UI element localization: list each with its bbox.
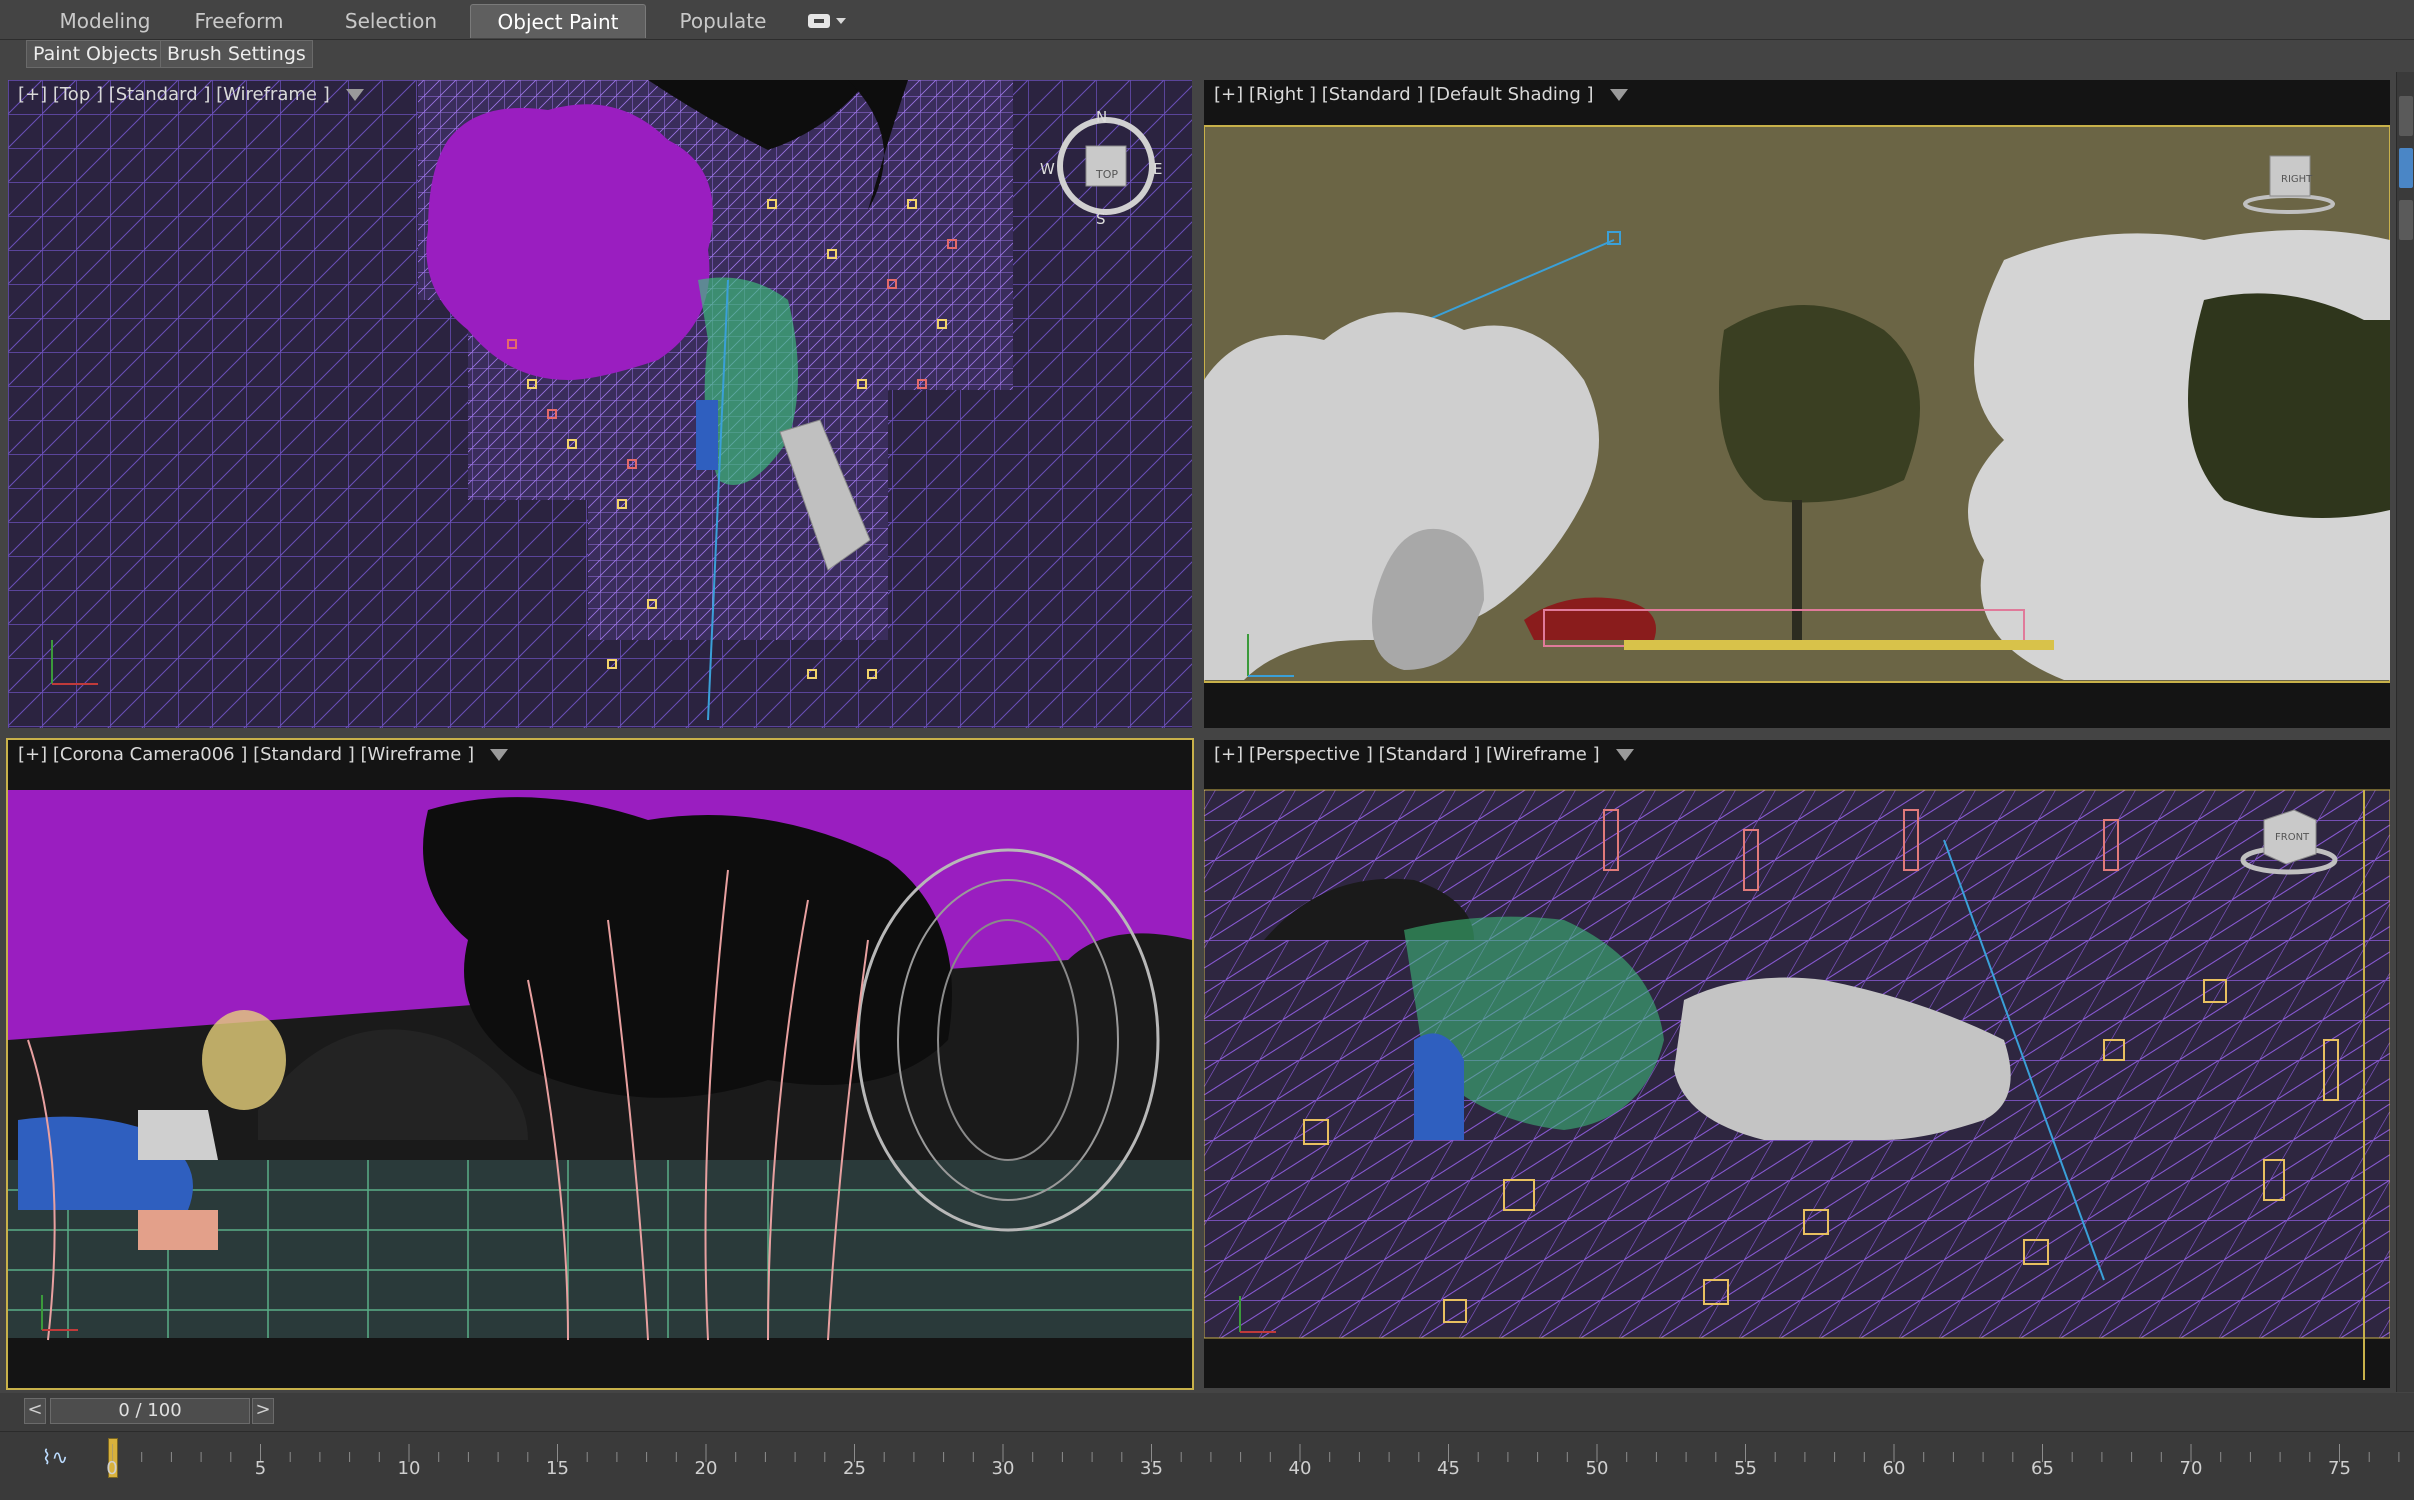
compass-east-label: E [1153, 160, 1163, 178]
timeline-tick-label: 45 [1437, 1458, 1460, 1479]
perspective-view-scene [1204, 789, 2390, 1380]
camera-view-scene [8, 790, 1192, 1341]
viewport-corona-camera[interactable]: [+] [Corona Camera006 ] [Standard ] [Wir… [6, 738, 1194, 1390]
timeline-ruler [112, 1444, 2400, 1462]
ribbon-tab-bar: Modeling Freeform Selection Object Paint… [0, 0, 2414, 40]
time-slider: < 0 / 100 > [0, 1393, 2414, 1431]
tab-populate[interactable]: Populate [658, 4, 788, 38]
filter-icon[interactable] [490, 748, 509, 761]
timeline-tick-label: 75 [2328, 1458, 2351, 1479]
viewcube-right-face-label: RIGHT [2281, 174, 2313, 185]
filter-icon[interactable] [345, 88, 364, 101]
ribbon-toggle-icon [808, 14, 830, 28]
compass-south-label: S [1096, 210, 1106, 228]
viewport-perspective-label[interactable]: [+] [Perspective ] [Standard ] [Wirefram… [1214, 744, 1634, 765]
timeline-tick-label: 30 [991, 1458, 1015, 1479]
tab-freeform[interactable]: Freeform [176, 4, 302, 38]
time-slider-thumb[interactable]: 0 / 100 [50, 1398, 250, 1424]
prev-frame-button[interactable]: < [24, 1398, 46, 1424]
command-panel-edge[interactable] [2396, 72, 2414, 1392]
timeline-tick-label: 10 [397, 1458, 421, 1479]
viewport-right-label-text[interactable]: [+] [Right ] [Standard ] [Default Shadin… [1214, 84, 1594, 105]
compass-north-label: N [1096, 108, 1108, 126]
viewport-top-label-text[interactable]: [+] [Top ] [Standard ] [Wireframe ] [18, 84, 330, 105]
timeline-tick-label: 15 [546, 1458, 569, 1479]
chevron-down-icon [836, 18, 846, 24]
ribbon-options-dropdown[interactable] [808, 10, 856, 32]
timeline-tick-label: 35 [1140, 1458, 1163, 1479]
viewport-camera-label-text[interactable]: [+] [Corona Camera006 ] [Standard ] [Wir… [18, 744, 474, 765]
compass-west-label: W [1040, 160, 1055, 178]
panel-scroll-knob-2[interactable] [2399, 200, 2413, 240]
right-view-scene [1204, 125, 2390, 683]
filter-icon[interactable] [1615, 748, 1634, 761]
viewport-perspective-label-text[interactable]: [+] [Perspective ] [Standard ] [Wirefram… [1214, 744, 1600, 765]
top-view-scene [8, 80, 1192, 728]
timeline-tick-label: 70 [2179, 1458, 2203, 1479]
next-frame-button[interactable]: > [252, 1398, 274, 1424]
viewport-camera-label[interactable]: [+] [Corona Camera006 ] [Standard ] [Wir… [18, 744, 509, 765]
timeline-tick-label: 40 [1288, 1458, 1312, 1479]
timeline-tick-label: 55 [1734, 1458, 1757, 1479]
timeline-tick-label: 20 [694, 1458, 718, 1479]
panel-scroll-knob[interactable] [2399, 96, 2413, 136]
viewport-right-label[interactable]: [+] [Right ] [Standard ] [Default Shadin… [1214, 84, 1628, 105]
viewport-top[interactable]: [+] [Top ] [Standard ] [Wireframe ] TOP … [8, 80, 1192, 728]
viewport-right[interactable]: [+] [Right ] [Standard ] [Default Shadin… [1204, 80, 2390, 728]
timeline-tick-label: 60 [1882, 1458, 1906, 1479]
viewcube-front-face-label: FRONT [2275, 832, 2310, 843]
brush-settings-button[interactable]: Brush Settings [160, 40, 313, 68]
viewcube-top-face-label: TOP [1096, 168, 1119, 181]
timeline-tick-label: 50 [1585, 1458, 1609, 1479]
tab-selection[interactable]: Selection [318, 4, 464, 38]
timeline-tick-label: 25 [843, 1458, 866, 1479]
timeline-tick-label: 0 [106, 1458, 118, 1479]
timeline-tick-label: 65 [2031, 1458, 2054, 1479]
curve-editor-icon[interactable]: ⌇∿ [40, 1442, 70, 1472]
filter-icon[interactable] [1609, 88, 1628, 101]
viewport-perspective[interactable]: [+] [Perspective ] [Standard ] [Wirefram… [1204, 740, 2390, 1388]
paint-objects-button[interactable]: Paint Objects [26, 40, 165, 68]
timeline-track-bar[interactable]: ⌇∿ 0 5 10 15 20 25 30 35 40 45 50 55 60 65 70 75 [0, 1431, 2414, 1500]
viewport-top-label[interactable]: [+] [Top ] [Standard ] [Wireframe ] [18, 84, 364, 105]
panel-active-knob[interactable] [2399, 148, 2413, 188]
timeline-tick-label: 5 [254, 1458, 267, 1479]
tab-object-paint[interactable]: Object Paint [470, 4, 646, 38]
tab-modeling[interactable]: Modeling [40, 4, 170, 38]
app-window: Modeling Freeform Selection Object Paint… [0, 0, 2414, 1500]
ribbon-panel: Paint Objects Brush Settings [0, 40, 2414, 70]
